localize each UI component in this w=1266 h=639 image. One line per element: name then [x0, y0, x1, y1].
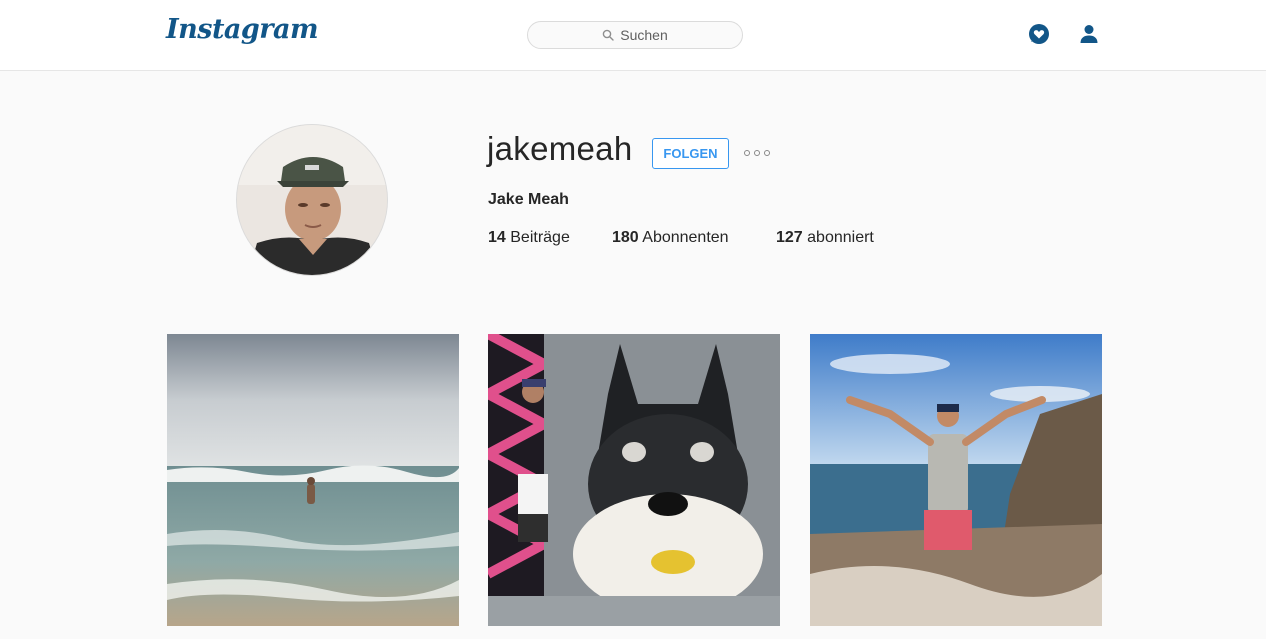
activity-heart-icon[interactable] — [1028, 23, 1050, 45]
profile-avatar — [236, 124, 388, 276]
posts-label: Beiträge — [510, 229, 570, 246]
followers-count: 180 — [612, 229, 639, 246]
followers-label: Abonnenten — [642, 229, 729, 246]
posts-count: 14 — [488, 229, 506, 246]
dot — [754, 150, 760, 156]
search-input[interactable]: Suchen — [527, 21, 743, 49]
more-options-icon[interactable] — [744, 149, 770, 157]
following-count: 127 — [776, 229, 803, 246]
search-placeholder: Suchen — [620, 27, 668, 43]
top-navigation-bar: Instagram Suchen — [0, 0, 1266, 71]
dot — [744, 150, 750, 156]
following-stat[interactable]: 127 abonniert — [776, 229, 874, 247]
posts-stat: 14 Beiträge — [488, 229, 570, 247]
post-thumbnail-mural[interactable] — [488, 334, 780, 626]
dot — [764, 150, 770, 156]
post-thumbnail-coast[interactable] — [810, 334, 1102, 626]
profile-username: jakemeah — [487, 130, 633, 167]
following-label: abonniert — [807, 229, 874, 246]
post-thumbnail-beach[interactable] — [167, 334, 459, 626]
search-icon — [602, 29, 614, 41]
profile-full-name: Jake Meah — [488, 191, 569, 208]
follow-button[interactable]: FOLGEN — [652, 138, 729, 169]
followers-stat[interactable]: 180 Abonnenten — [612, 229, 729, 247]
instagram-logo[interactable]: Instagram — [166, 14, 319, 45]
profile-icon[interactable] — [1078, 23, 1100, 45]
